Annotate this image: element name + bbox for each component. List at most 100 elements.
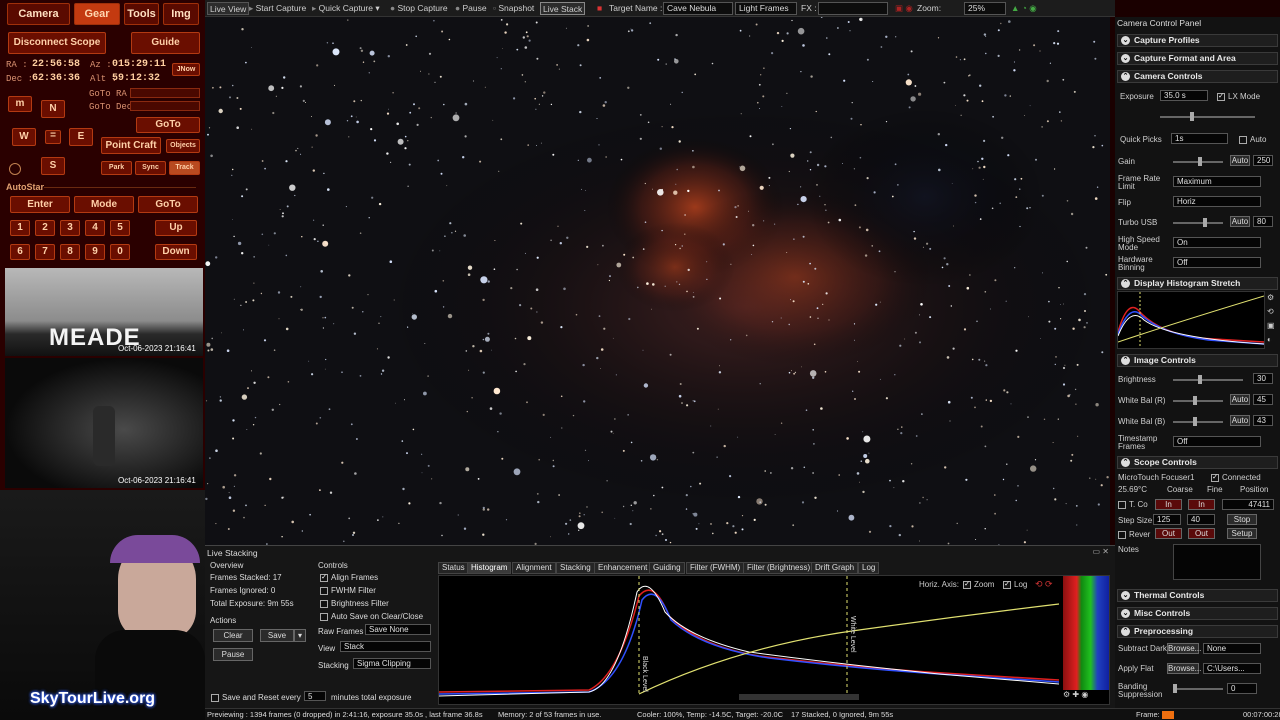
sync-button[interactable]: Sync <box>135 161 166 175</box>
zoom-select[interactable]: 25% <box>964 2 1006 15</box>
white-bal-r-input[interactable]: 45 <box>1253 394 1273 405</box>
tab-stacking[interactable]: Stacking <box>556 562 595 574</box>
log-checkbox[interactable]: ✓ Log <box>1003 580 1027 589</box>
tab-histogram[interactable]: Histogram <box>467 562 512 574</box>
flat-select[interactable]: C:\Users... <box>1203 663 1261 674</box>
quick-capture-button[interactable]: ▸ Quick Capture ▾ <box>312 2 380 15</box>
goto-dec-input[interactable] <box>130 101 200 111</box>
coarse-step-input[interactable]: 125 <box>1153 514 1181 525</box>
snapshot-button[interactable]: ▫ Snapshot <box>493 2 534 15</box>
objects-button[interactable]: Objects <box>166 139 200 153</box>
tab-filter-fwhm[interactable]: Filter (FWHM) <box>686 562 745 574</box>
west-button[interactable]: W <box>12 128 36 146</box>
histogram-scrollbar[interactable] <box>739 694 859 700</box>
quick-picks-select[interactable]: 1s <box>1171 133 1228 144</box>
key-8[interactable]: 8 <box>60 244 80 260</box>
histogram-icon[interactable]: ▲ ◔ ◉ <box>1011 2 1037 15</box>
clear-stack-button[interactable]: Clear <box>213 629 253 642</box>
brightness-input[interactable]: 30 <box>1253 373 1273 384</box>
fwhm-filter-checkbox[interactable]: FWHM Filter <box>320 586 376 595</box>
view-select[interactable]: Stack <box>340 641 431 652</box>
turbo-slider[interactable] <box>1173 218 1223 227</box>
connected-checkbox[interactable]: ✓ Connected <box>1211 474 1261 482</box>
align-frames-checkbox[interactable]: ✓ Align Frames <box>320 573 378 582</box>
key-9[interactable]: 9 <box>85 244 105 260</box>
misc-controls-header[interactable]: ⌄ Misc Controls <box>1117 607 1278 620</box>
point-craft-button[interactable]: Point Craft <box>101 137 161 154</box>
south-button[interactable]: S <box>41 157 65 175</box>
stretch-tools[interactable]: ⚙ ⟲ ▣ ◐ <box>1267 291 1277 349</box>
north-button[interactable]: N <box>41 100 65 118</box>
temp-comp-checkbox[interactable]: T. Co <box>1118 501 1148 509</box>
start-capture-button[interactable]: ▸ Start Capture <box>249 2 306 15</box>
goto-button[interactable]: GoTo <box>136 117 200 133</box>
stop-slew-button[interactable]: = <box>45 130 61 144</box>
scope-controls-header[interactable]: ⌃ Scope Controls <box>1117 456 1278 469</box>
save-reset-input[interactable]: 5 <box>304 691 326 701</box>
tab-tools[interactable]: Tools <box>124 3 159 25</box>
enter-button[interactable]: Enter <box>10 196 70 213</box>
goto-ra-input[interactable] <box>130 88 200 98</box>
jnow-button[interactable]: JNow <box>172 63 200 76</box>
live-stack-button[interactable]: Live Stack <box>540 2 586 15</box>
track-button[interactable]: Track <box>169 161 200 175</box>
turbo-input[interactable]: 80 <box>1253 216 1273 227</box>
high-speed-select[interactable]: On <box>1173 237 1261 248</box>
key-0[interactable]: 0 <box>110 244 130 260</box>
banding-slider[interactable] <box>1173 684 1223 693</box>
focuser-setup-button[interactable]: Setup <box>1227 528 1257 539</box>
panel-window-icons[interactable]: ▭ ✕ <box>1093 547 1109 556</box>
tab-log[interactable]: Log <box>858 562 880 574</box>
live-stack-image[interactable] <box>205 17 1110 545</box>
east-button[interactable]: E <box>69 128 93 146</box>
key-7[interactable]: 7 <box>35 244 55 260</box>
white-bal-r-slider[interactable] <box>1173 396 1223 405</box>
binning-select[interactable]: Off <box>1173 257 1261 268</box>
timestamp-select[interactable]: Off <box>1173 436 1261 447</box>
coarse-in-button[interactable]: In <box>1155 499 1182 510</box>
capture-format-header[interactable]: ⌄ Capture Format and Area <box>1117 52 1278 65</box>
position-input[interactable]: 47411 <box>1222 499 1274 510</box>
tab-gear[interactable]: Gear <box>74 3 120 25</box>
save-reset-checkbox[interactable]: Save and Reset every <box>211 693 301 702</box>
key-5[interactable]: 5 <box>110 220 130 236</box>
pause-stack-button[interactable]: Pause <box>213 648 253 661</box>
capture-stop-icon[interactable]: ▣ ◉ <box>895 2 913 15</box>
notes-input[interactable] <box>1173 544 1261 580</box>
tab-status[interactable]: Status <box>438 562 469 574</box>
stop-capture-button[interactable]: ● Stop Capture <box>390 2 448 15</box>
frame-type-select[interactable]: Light Frames <box>735 2 797 15</box>
exposure-input[interactable]: 35.0 s <box>1160 90 1208 101</box>
guide-button[interactable]: Guide <box>131 32 200 54</box>
dark-browse-button[interactable]: Browse... <box>1167 643 1201 654</box>
balance-tool-icons[interactable]: ⚙ ✚ ◉ <box>1063 690 1109 702</box>
auto-save-checkbox[interactable]: Auto Save on Clear/Close <box>320 612 423 621</box>
fx-select[interactable] <box>818 2 888 15</box>
down-button[interactable]: Down <box>155 244 197 260</box>
live-view-button[interactable]: Live View <box>207 2 250 15</box>
disconnect-scope-button[interactable]: Disconnect Scope <box>8 32 106 54</box>
gain-auto-button[interactable]: Auto <box>1230 155 1250 166</box>
park-button[interactable]: Park <box>101 161 132 175</box>
tab-camera[interactable]: Camera <box>7 3 70 25</box>
gain-input[interactable]: 250 <box>1253 155 1273 166</box>
thermal-controls-header[interactable]: ⌄ Thermal Controls <box>1117 589 1278 602</box>
white-bal-r-auto[interactable]: Auto <box>1230 394 1250 405</box>
banding-input[interactable]: 0 <box>1227 683 1257 694</box>
stretch-histogram[interactable] <box>1117 291 1265 349</box>
gain-slider[interactable] <box>1173 157 1223 166</box>
focuser-stop-button[interactable]: Stop <box>1227 514 1257 525</box>
tab-drift-graph[interactable]: Drift Graph <box>811 562 859 574</box>
key-4[interactable]: 4 <box>85 220 105 236</box>
color-balance-bars[interactable] <box>1063 576 1109 690</box>
zoom-checkbox[interactable]: ✓ Zoom <box>963 580 994 589</box>
mode-button[interactable]: Mode <box>74 196 134 213</box>
key-2[interactable]: 2 <box>35 220 55 236</box>
save-options-icon[interactable]: ▾ <box>294 629 306 642</box>
m-button[interactable]: m <box>8 96 32 112</box>
target-name-field[interactable]: Cave Nebula <box>663 2 733 15</box>
tab-filter-brightness[interactable]: Filter (Brightness) <box>743 562 815 574</box>
histogram-reset-icons[interactable]: ⟲ ⟳ <box>1035 579 1053 590</box>
tab-alignment[interactable]: Alignment <box>512 562 556 574</box>
capture-profiles-header[interactable]: ⌄ Capture Profiles <box>1117 34 1278 47</box>
